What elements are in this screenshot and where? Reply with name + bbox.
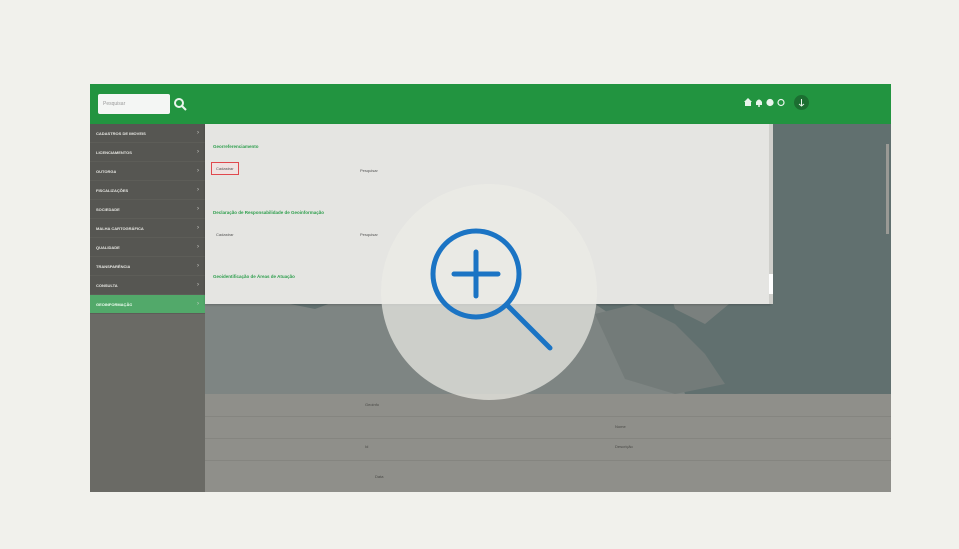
sidebar-item-label: SOCIEDADE bbox=[96, 206, 120, 212]
sidebar-item-fiscalizacoes[interactable]: FISCALIZAÇÕES › bbox=[90, 181, 205, 200]
pesquisar-option[interactable]: Pesquisar bbox=[360, 168, 378, 173]
sidebar-item-geoinformacao[interactable]: GEOINFORMAÇÃO › bbox=[90, 295, 205, 314]
chevron-right-icon: › bbox=[197, 282, 199, 288]
sidebar-item-label: CONSULTA bbox=[96, 282, 118, 288]
sidebar-item-licenciamentos[interactable]: LICENCIAMENTOS › bbox=[90, 143, 205, 162]
table-cell: Id bbox=[365, 444, 369, 449]
bell-icon[interactable] bbox=[755, 98, 763, 107]
table-cell: Data bbox=[375, 474, 384, 479]
top-bar: Pesquisar bbox=[90, 84, 891, 124]
sidebar-item-label: GEOINFORMAÇÃO bbox=[96, 301, 133, 307]
section-title: Geoidentificação de Áreas de Atuação bbox=[213, 274, 295, 279]
sidebar-item-sociedade[interactable]: SOCIEDADE › bbox=[90, 200, 205, 219]
sidebar-item-label: CADASTROS DE IMOVEIS bbox=[96, 130, 146, 136]
table-cell: Nome bbox=[615, 424, 626, 429]
sidebar-item-outorga[interactable]: OUTORGA › bbox=[90, 162, 205, 181]
search-button[interactable] bbox=[172, 94, 188, 114]
table-divider bbox=[205, 460, 891, 461]
search-icon bbox=[174, 98, 187, 111]
chevron-right-icon: › bbox=[197, 244, 199, 250]
sidebar: CADASTROS DE IMOVEIS › LICENCIAMENTOS › OU… bbox=[90, 124, 205, 492]
sidebar-item-label: OUTORGA bbox=[96, 168, 117, 174]
chevron-right-icon: › bbox=[197, 225, 199, 231]
pesquisar-option[interactable]: Pesquisar bbox=[360, 232, 378, 237]
table-divider bbox=[205, 438, 891, 439]
table-cell: Descrição bbox=[615, 444, 633, 449]
search-input[interactable]: Pesquisar bbox=[98, 94, 170, 114]
user-menu-button[interactable] bbox=[794, 95, 809, 110]
sidebar-item-qualidade[interactable]: QUALIDADE › bbox=[90, 238, 205, 257]
sidebar-item-consulta[interactable]: CONSULTA › bbox=[90, 276, 205, 295]
help-icon[interactable] bbox=[766, 98, 774, 107]
user-icon bbox=[798, 99, 805, 107]
settings-icon[interactable] bbox=[777, 98, 785, 107]
chevron-right-icon: › bbox=[197, 130, 199, 136]
chevron-right-icon: › bbox=[197, 187, 199, 193]
chevron-right-icon: › bbox=[197, 263, 199, 269]
zoom-in-icon[interactable] bbox=[420, 226, 570, 356]
chevron-right-icon: › bbox=[197, 206, 199, 212]
panel-scrollbar-thumb[interactable] bbox=[769, 274, 773, 294]
cadastrar-option[interactable]: Cadastrar bbox=[211, 162, 239, 175]
home-icon[interactable] bbox=[744, 98, 752, 107]
table-divider bbox=[205, 416, 891, 417]
chevron-right-icon: › bbox=[197, 168, 199, 174]
sidebar-item-label: TRANSPARÊNCIA bbox=[96, 263, 131, 269]
sidebar-item-transparencia[interactable]: TRANSPARÊNCIA › bbox=[90, 257, 205, 276]
sidebar-item-malha[interactable]: MALHA CARTOGRÁFICA › bbox=[90, 219, 205, 238]
sidebar-item-label: FISCALIZAÇÕES bbox=[96, 187, 129, 193]
sidebar-item-cadastros[interactable]: CADASTROS DE IMOVEIS › bbox=[90, 124, 205, 143]
page-scrollbar[interactable] bbox=[886, 144, 889, 234]
section-title: Declaração de Responsabilidade de Geoinf… bbox=[213, 210, 325, 215]
sidebar-item-label: QUALIDADE bbox=[96, 244, 120, 250]
top-icons bbox=[744, 98, 785, 107]
sidebar-item-label: LICENCIAMENTOS bbox=[96, 149, 132, 155]
cadastrar-option[interactable]: Cadastrar bbox=[216, 232, 234, 237]
chevron-right-icon: › bbox=[197, 301, 199, 307]
results-table: Geoinfo Nome Id Descrição Data bbox=[205, 394, 891, 492]
section-title: Georreferenciamento bbox=[213, 144, 259, 149]
sidebar-item-label: MALHA CARTOGRÁFICA bbox=[96, 225, 144, 231]
chevron-right-icon: › bbox=[197, 149, 199, 155]
table-cell: Geoinfo bbox=[365, 402, 380, 407]
